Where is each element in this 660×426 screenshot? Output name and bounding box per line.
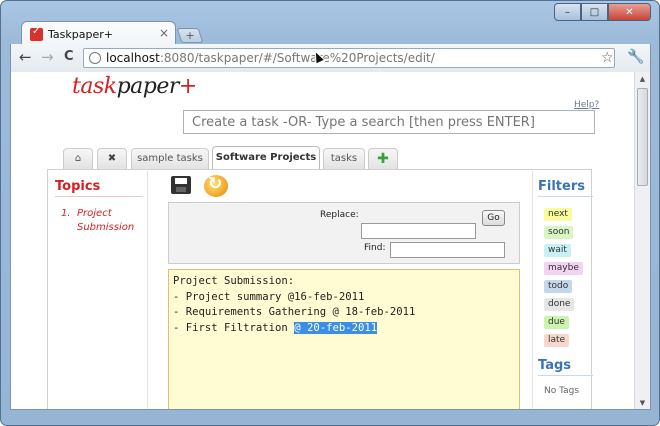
filter-wait[interactable]: wait bbox=[544, 244, 571, 257]
scroll-up-icon[interactable]: ▲ bbox=[635, 72, 650, 86]
plus-icon: + bbox=[185, 29, 195, 42]
editor-line: - Project summary @16-feb-2011 bbox=[173, 290, 365, 303]
editor-line: Project Submission: bbox=[173, 275, 295, 287]
filter-late[interactable]: late bbox=[544, 334, 570, 347]
left-column-divider bbox=[147, 169, 148, 409]
url-path: :8080/taskpaper/#/Software%20Projects/ed… bbox=[159, 51, 435, 65]
browser-toolbar: ← → C localhost:8080/taskpaper/#/Softwar… bbox=[10, 44, 651, 72]
editor-line: - Requirements Gathering @ 18-feb-2011 bbox=[173, 306, 416, 318]
new-tab-button[interactable]: + bbox=[176, 28, 204, 43]
right-column-divider bbox=[532, 169, 533, 409]
task-editor[interactable]: Project Submission: - Project summary @1… bbox=[168, 269, 520, 409]
topic-number: 1. bbox=[61, 208, 71, 219]
logo-part-paper: paper bbox=[116, 74, 180, 99]
topic-label-line2: Submission bbox=[77, 222, 135, 233]
tab-sample-tasks[interactable]: sample tasks bbox=[131, 148, 209, 170]
taskpaper-favicon-icon bbox=[30, 26, 43, 41]
wrench-menu-icon[interactable]: 🔧 bbox=[627, 49, 644, 65]
browser-tab-title: Taskpaper+ bbox=[48, 28, 113, 41]
taskpaper-page: taskpaper+ Help? ⌂ ✖ sample tasks Softwa… bbox=[11, 72, 636, 409]
replace-label: Replace: bbox=[320, 210, 359, 220]
tab-add[interactable]: ✚ bbox=[368, 148, 398, 170]
tab-tasks[interactable]: tasks bbox=[323, 148, 365, 170]
reload-icon[interactable]: C bbox=[64, 49, 74, 65]
filter-todo[interactable]: todo bbox=[544, 280, 573, 293]
scrollbar-thumb[interactable] bbox=[637, 88, 648, 186]
topic-label-line1: Project bbox=[77, 208, 112, 219]
back-arrow-icon[interactable]: ← bbox=[19, 49, 32, 65]
filter-soon[interactable]: soon bbox=[544, 226, 574, 239]
filter-next[interactable]: next bbox=[544, 208, 572, 221]
page-viewport: taskpaper+ Help? ⌂ ✖ sample tasks Softwa… bbox=[10, 72, 651, 410]
logo-part-plus: + bbox=[178, 74, 197, 99]
filter-due[interactable]: due bbox=[544, 316, 569, 329]
filters-underline bbox=[538, 196, 593, 197]
task-search-input[interactable] bbox=[183, 110, 595, 134]
find-replace-panel: Replace: Go Find: bbox=[168, 202, 520, 264]
filter-done[interactable]: done bbox=[544, 298, 575, 311]
help-link[interactable]: Help? bbox=[574, 100, 599, 110]
tab-lock[interactable]: ⌂ bbox=[63, 148, 93, 170]
vertical-scrollbar[interactable]: ▲ ▼ bbox=[634, 72, 650, 409]
url-host: localhost bbox=[106, 51, 160, 65]
tags-heading: Tags bbox=[538, 358, 572, 373]
editor-line-text: - First Filtration bbox=[173, 321, 295, 334]
tab-delete[interactable]: ✖ bbox=[97, 148, 127, 170]
topic-item[interactable]: 1. Project Submission bbox=[61, 207, 134, 235]
address-bar[interactable]: localhost:8080/taskpaper/#/Software%20Pr… bbox=[83, 48, 615, 68]
find-input[interactable] bbox=[390, 242, 505, 258]
filter-maybe[interactable]: maybe bbox=[544, 262, 583, 275]
editor-line: - First Filtration @ 20-feb-2011 bbox=[173, 321, 515, 337]
close-x-icon: ✖ bbox=[107, 153, 117, 164]
browser-window: Taskpaper+ × + – □ ✕ ← → C localhost:808… bbox=[0, 0, 660, 426]
replace-input[interactable] bbox=[361, 223, 476, 239]
page-info-icon[interactable] bbox=[89, 52, 101, 64]
tab-close-icon[interactable]: × bbox=[159, 26, 169, 40]
taskpaper-logo: taskpaper+ bbox=[72, 74, 197, 99]
maximize-button[interactable]: □ bbox=[581, 3, 608, 21]
selected-text: @ 20-feb-2011 bbox=[294, 321, 378, 334]
tags-underline bbox=[538, 375, 593, 376]
window-controls: – □ ✕ bbox=[554, 3, 651, 21]
add-plus-icon: ✚ bbox=[377, 151, 389, 167]
topics-underline bbox=[55, 196, 143, 197]
address-url: localhost:8080/taskpaper/#/Software%20Pr… bbox=[106, 51, 435, 65]
forward-arrow-icon[interactable]: → bbox=[41, 49, 54, 65]
go-button[interactable]: Go bbox=[482, 210, 505, 226]
lock-icon: ⌂ bbox=[74, 153, 82, 164]
tab-software-projects[interactable]: Software Projects bbox=[212, 146, 320, 170]
close-window-button[interactable]: ✕ bbox=[608, 3, 651, 21]
topics-heading: Topics bbox=[55, 179, 101, 194]
bookmark-star-icon[interactable]: ☆ bbox=[601, 50, 614, 66]
minimize-button[interactable]: – bbox=[554, 3, 581, 21]
filters-heading: Filters bbox=[538, 179, 585, 194]
logo-part-task: task bbox=[72, 74, 117, 99]
no-tags-text: No Tags bbox=[544, 386, 580, 396]
find-label: Find: bbox=[364, 243, 386, 253]
scroll-down-icon[interactable]: ▼ bbox=[635, 396, 650, 409]
save-icon[interactable] bbox=[171, 176, 191, 194]
refresh-icon[interactable] bbox=[204, 174, 228, 197]
